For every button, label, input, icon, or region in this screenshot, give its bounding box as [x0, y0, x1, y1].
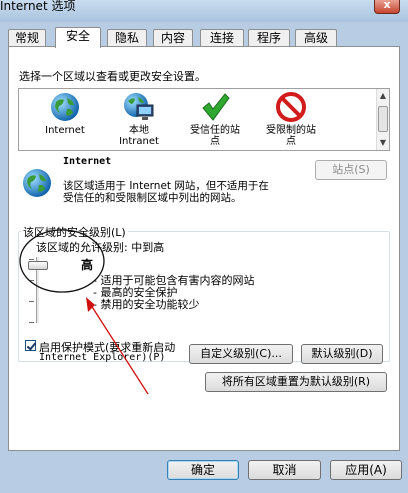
zone-restricted-sites[interactable]: 受限制的站 点: [255, 91, 327, 147]
zone-select-prompt: 选择一个区域以查看或更改安全设置。: [19, 70, 206, 83]
sites-button[interactable]: 站点(S): [315, 160, 387, 180]
zone-trusted-sites[interactable]: 受信任的站 点: [179, 91, 251, 147]
intranet-icon: [124, 93, 154, 120]
slider-tick: [29, 280, 34, 281]
globe-icon: [23, 169, 51, 197]
tab-general[interactable]: 常规: [8, 29, 46, 47]
slider-tick: [29, 259, 34, 260]
zone-name: Internet: [63, 156, 112, 167]
reset-all-zones-button[interactable]: 将所有区域重置为默认级别(R): [205, 372, 387, 392]
close-icon: x: [383, 0, 391, 11]
level-bullet: - 禁用的安全功能较少: [93, 298, 200, 311]
globe-icon: [51, 93, 79, 121]
close-button[interactable]: x: [374, 0, 400, 14]
zone-label-line2: Intranet: [119, 136, 159, 147]
tab-privacy[interactable]: 隐私: [107, 29, 147, 47]
protected-mode-checkbox[interactable]: [25, 340, 36, 351]
zone-list[interactable]: Internet 本地 Intranet 受信任的站 点 受限制的站 点 ▲ ▼: [18, 88, 390, 151]
security-level-title: 该区域的安全级别(L): [21, 224, 128, 240]
zone-label: 受限制的站: [266, 125, 316, 136]
zone-description-line2: 受信任的和受限制区域中列出的网站。: [63, 192, 242, 204]
tab-advanced[interactable]: 高级: [295, 29, 337, 47]
slider-tick: [29, 322, 34, 323]
level-name: 高: [81, 258, 94, 272]
protected-mode-label-line2: Internet Explorer)(P): [39, 352, 166, 363]
scroll-down-icon[interactable]: ▼: [377, 137, 389, 149]
scroll-thumb[interactable]: [378, 106, 388, 132]
zone-label-line2: 点: [286, 136, 296, 147]
zone-local-intranet[interactable]: 本地 Intranet: [103, 91, 175, 147]
custom-level-button[interactable]: 自定义级别(C)...: [189, 344, 293, 364]
window-title: Internet 选项: [0, 0, 76, 13]
ok-button[interactable]: 确定: [167, 460, 239, 480]
tab-security[interactable]: 安全: [55, 27, 101, 48]
tab-programs[interactable]: 程序: [248, 29, 290, 47]
zone-label: Internet: [45, 125, 85, 136]
tab-content[interactable]: 内容: [153, 29, 193, 47]
zone-internet[interactable]: Internet: [29, 91, 101, 136]
checkmark-icon: [202, 93, 230, 121]
security-slider-thumb[interactable]: [28, 261, 48, 270]
scroll-up-icon[interactable]: ▲: [377, 90, 389, 102]
apply-button[interactable]: 应用(A): [330, 460, 402, 480]
zone-label-line2: 点: [210, 136, 220, 147]
tab-connections[interactable]: 连接: [200, 29, 244, 47]
cancel-button[interactable]: 取消: [248, 460, 321, 480]
allowed-level: 该区域的允许级别: 中到高: [36, 241, 165, 254]
zone-label: 受信任的站: [190, 125, 240, 136]
zone-list-scrollbar[interactable]: ▲ ▼: [376, 89, 389, 150]
restricted-icon: [276, 92, 306, 122]
zone-label: 本地: [129, 125, 149, 136]
slider-tick: [29, 301, 34, 302]
default-level-button[interactable]: 默认级别(D): [301, 344, 383, 364]
security-panel: 选择一个区域以查看或更改安全设置。 Internet 本地 Intranet 受…: [8, 46, 400, 451]
title-bar: Internet 选项 x: [0, 0, 408, 22]
